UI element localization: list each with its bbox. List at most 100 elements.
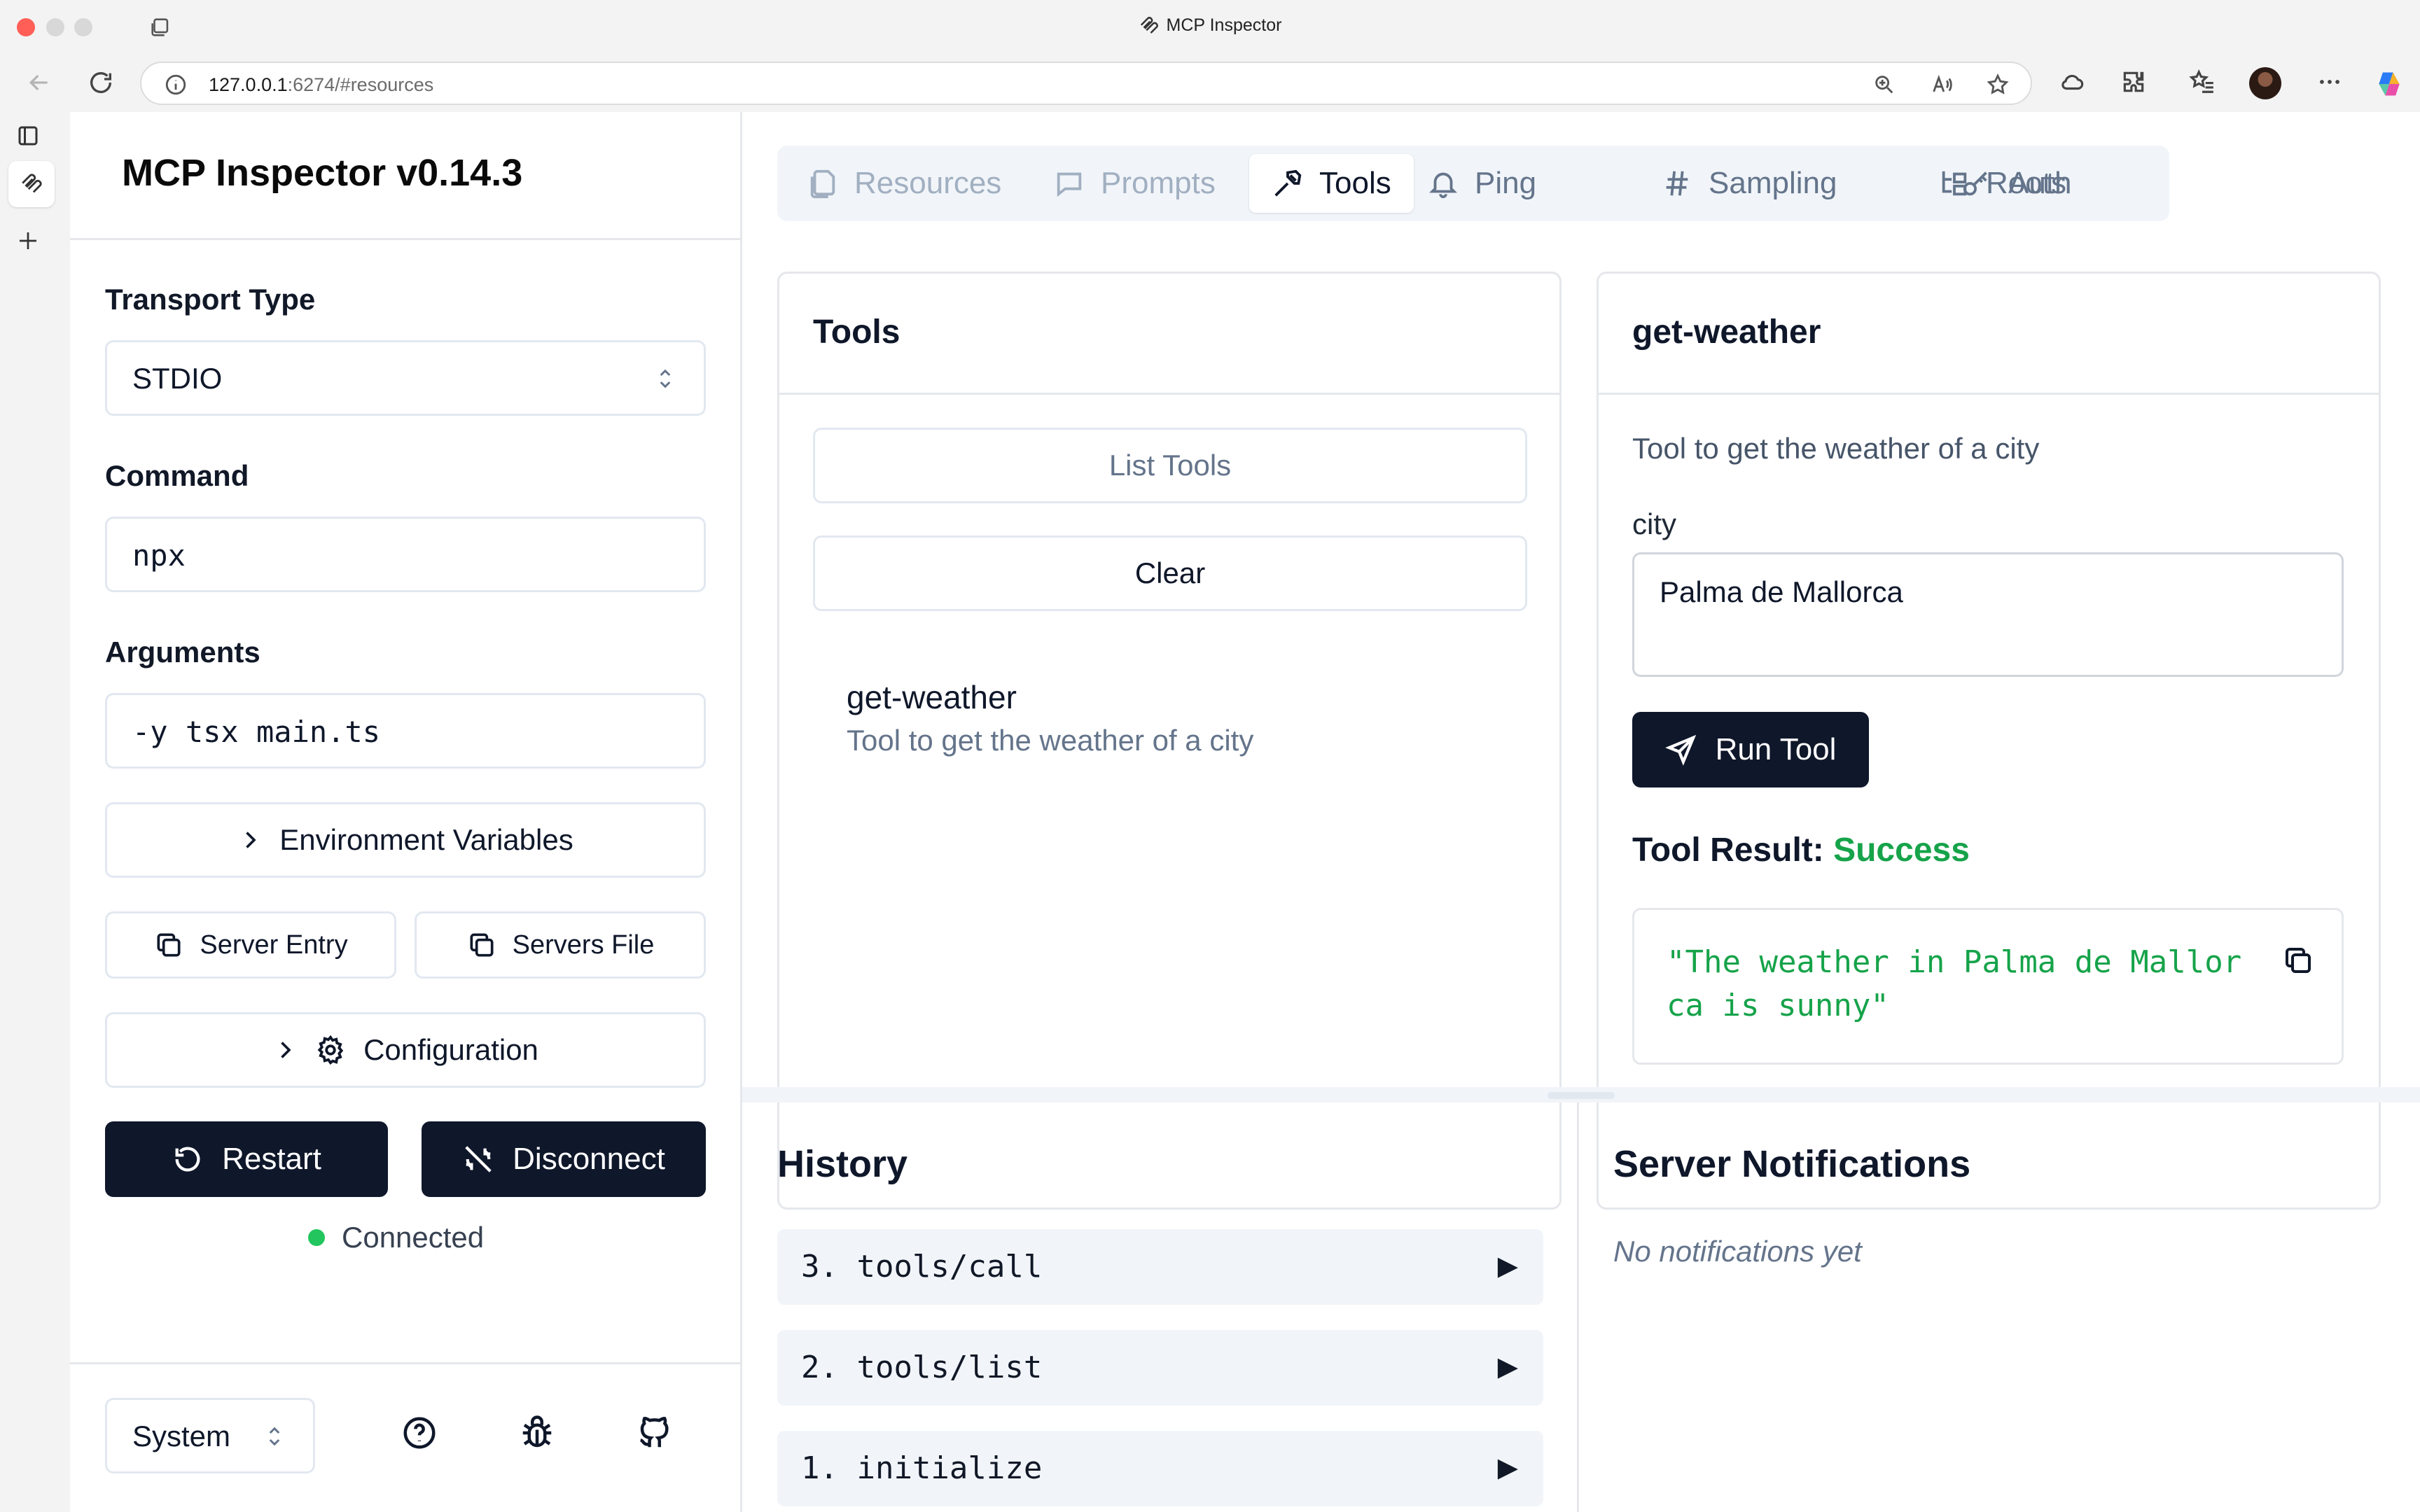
connection-sidebar: MCP Inspector v0.14.3 Transport Type STD…: [70, 112, 742, 1512]
reload-icon[interactable]: [87, 69, 115, 97]
window-title: MCP Inspector: [0, 15, 2420, 36]
favorites-list-icon[interactable]: [2189, 69, 2216, 95]
chevrons-updown-icon: [655, 365, 676, 393]
sidebar-toggle-icon[interactable]: [15, 123, 41, 148]
tab-sampling-label: Sampling: [1709, 166, 1837, 200]
back-icon[interactable]: [25, 69, 53, 97]
tab-resources[interactable]: Resources: [784, 154, 1024, 213]
configuration-label: Configuration: [363, 1033, 538, 1066]
city-param-input[interactable]: Palma de Mallorca: [1632, 552, 2344, 677]
tool-result-status: Success: [1833, 832, 1970, 869]
tab-auth-label: Auth: [2008, 166, 2072, 200]
clear-button[interactable]: Clear: [813, 536, 1527, 611]
tab-ping[interactable]: Ping: [1405, 154, 1559, 213]
servers-file-label: Servers File: [512, 930, 655, 960]
send-icon: [1664, 734, 1697, 766]
tab-sampling[interactable]: Sampling: [1639, 154, 1859, 213]
tab-resources-label: Resources: [854, 166, 1002, 200]
list-tools-button[interactable]: List Tools: [813, 428, 1527, 503]
theme-select[interactable]: System: [105, 1398, 315, 1474]
new-tab-icon[interactable]: [15, 228, 41, 253]
history-item[interactable]: 3. tools/call ▶: [777, 1229, 1543, 1305]
command-input[interactable]: npx: [105, 517, 706, 592]
tools-card-title: Tools: [813, 314, 900, 351]
restart-button[interactable]: Restart: [105, 1121, 388, 1197]
disconnect-button[interactable]: Disconnect: [422, 1121, 706, 1197]
history-item-label: 1. initialize: [801, 1450, 1043, 1486]
chevron-right-icon: [237, 827, 263, 853]
mcp-tab-icon[interactable]: [20, 172, 43, 196]
expand-arrow-icon[interactable]: ▶: [1498, 1452, 1518, 1483]
arguments-input[interactable]: -y tsx main.ts: [105, 693, 706, 769]
copy-icon: [466, 930, 497, 960]
tool-detail-card: get-weather Tool to get the weather of a…: [1597, 272, 2381, 1210]
browser-side-strip: [0, 112, 70, 1512]
bell-icon: [1427, 167, 1459, 200]
environment-variables-toggle[interactable]: Environment Variables: [105, 802, 706, 878]
history-item[interactable]: 1. initialize ▶: [777, 1431, 1543, 1506]
expand-arrow-icon[interactable]: ▶: [1498, 1250, 1518, 1282]
transport-type-select[interactable]: STDIO: [105, 340, 706, 416]
transport-type-label: Transport Type: [105, 283, 316, 316]
copy-result-icon[interactable]: [2277, 941, 2319, 980]
read-aloud-icon[interactable]: [1930, 73, 1954, 97]
server-entry-label: Server Entry: [200, 930, 348, 960]
chevrons-updown-icon: [264, 1422, 285, 1450]
server-entry-button[interactable]: Server Entry: [105, 911, 396, 979]
card-divider: [779, 393, 1559, 395]
disconnect-label: Disconnect: [513, 1142, 665, 1176]
mcp-logo-icon: [1139, 15, 1160, 36]
history-item[interactable]: 2. tools/list ▶: [777, 1330, 1543, 1406]
tool-item-name[interactable]: get-weather: [847, 678, 1017, 716]
app-title: MCP Inspector v0.14.3: [122, 152, 523, 194]
gear-icon: [314, 1034, 347, 1066]
address-bar[interactable]: 127.0.0.1:6274/#resources: [140, 62, 2032, 105]
key-icon: [1961, 167, 1993, 200]
copilot-icon[interactable]: [2374, 69, 2405, 99]
window-title-text: MCP Inspector: [1166, 15, 1282, 35]
url-text: 127.0.0.1:6274/#resources: [209, 74, 434, 95]
hash-icon: [1661, 167, 1693, 200]
tab-auth[interactable]: Auth: [1938, 154, 2094, 213]
tab-prompts-label: Prompts: [1101, 166, 1216, 200]
tab-prompts[interactable]: Prompts: [1031, 154, 1238, 213]
history-item-label: 3. tools/call: [801, 1249, 1043, 1284]
connection-status: Connected: [308, 1221, 484, 1254]
github-icon[interactable]: [636, 1414, 674, 1452]
history-title: History: [777, 1143, 908, 1185]
help-icon[interactable]: [401, 1414, 438, 1452]
zoom-icon[interactable]: [1872, 73, 1896, 97]
tool-result-text: "The weather in Palma de Mallorca is sun…: [1667, 944, 2242, 1023]
favorite-star-icon[interactable]: [1986, 73, 2010, 97]
notifications-divider: [1577, 1102, 1579, 1512]
expand-arrow-icon[interactable]: ▶: [1498, 1351, 1518, 1382]
tab-tools[interactable]: Tools: [1249, 154, 1414, 213]
history-item-label: 2. tools/list: [801, 1350, 1043, 1385]
extensions-icon[interactable]: [2120, 69, 2147, 95]
profile-avatar[interactable]: [2249, 67, 2281, 99]
configuration-toggle[interactable]: Configuration: [105, 1012, 706, 1088]
command-label: Command: [105, 459, 249, 492]
site-info-icon[interactable]: [164, 73, 188, 97]
cloud-icon[interactable]: [2059, 69, 2085, 95]
tool-result-heading: Tool Result: Success: [1632, 831, 1970, 869]
message-icon: [1053, 167, 1085, 200]
status-dot: [308, 1229, 325, 1246]
bug-icon[interactable]: [518, 1414, 556, 1452]
environment-variables-label: Environment Variables: [279, 823, 573, 856]
tool-detail-description: Tool to get the weather of a city: [1632, 432, 2040, 465]
tools-list-card: Tools List Tools Clear get-weather Tool …: [777, 272, 1562, 1210]
unplug-icon: [462, 1143, 494, 1175]
tab-tools-label: Tools: [1319, 166, 1391, 200]
tool-detail-title: get-weather: [1632, 314, 1821, 351]
card-divider: [1599, 393, 2379, 395]
rotate-ccw-icon: [172, 1143, 204, 1175]
files-icon: [807, 167, 839, 200]
panel-resize-handle[interactable]: [1548, 1092, 1615, 1099]
status-text: Connected: [342, 1221, 485, 1254]
more-options-icon[interactable]: [2316, 69, 2343, 95]
run-tool-button[interactable]: Run Tool: [1632, 712, 1869, 788]
restart-label: Restart: [222, 1142, 321, 1176]
servers-file-button[interactable]: Servers File: [415, 911, 706, 979]
sidebar-header-divider: [70, 238, 742, 240]
